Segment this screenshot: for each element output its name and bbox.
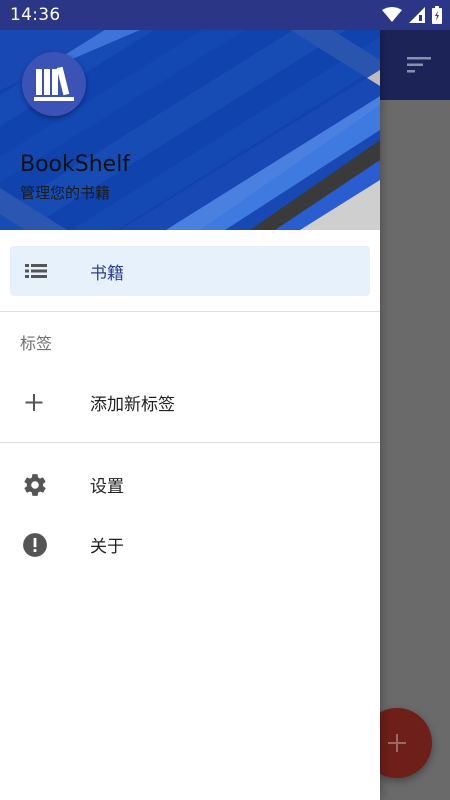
app-toolbar xyxy=(380,30,450,100)
menu-item-books-label: 书籍 xyxy=(90,263,124,284)
app-name: BookShelf xyxy=(20,152,131,177)
tags-section-title: 标签 xyxy=(20,334,53,353)
menu-item-settings[interactable]: 设置 xyxy=(0,454,380,514)
app-logo xyxy=(22,52,86,116)
status-bar: 14:36 xyxy=(0,0,450,30)
menu-item-books[interactable]: 书籍 xyxy=(10,246,370,296)
drawer-menu: 书籍 标签 添加新标签 设置 关于 xyxy=(0,246,380,574)
list-icon xyxy=(24,259,50,285)
info-icon xyxy=(22,532,48,558)
gear-icon xyxy=(22,472,48,498)
plus-icon xyxy=(22,390,48,416)
navigation-drawer: BookShelf 管理您的书籍 书籍 标签 添加新标签 设置 关于 xyxy=(0,30,380,800)
menu-item-add-tag-label: 添加新标签 xyxy=(90,394,175,415)
menu-item-settings-label: 设置 xyxy=(90,476,124,497)
app-subtitle: 管理您的书籍 xyxy=(20,184,111,202)
menu-item-add-tag[interactable]: 添加新标签 xyxy=(0,372,380,432)
plus-icon xyxy=(387,733,407,757)
battery-icon xyxy=(432,6,442,28)
sort-icon[interactable] xyxy=(407,57,431,77)
drawer-header: BookShelf 管理您的书籍 xyxy=(0,30,380,230)
menu-item-about[interactable]: 关于 xyxy=(0,514,380,574)
app-content-scrim[interactable] xyxy=(380,100,450,800)
wifi-icon xyxy=(382,7,402,27)
system-icons xyxy=(382,6,442,28)
status-time: 14:36 xyxy=(10,5,61,25)
signal-icon xyxy=(409,7,425,27)
books-icon xyxy=(34,66,74,101)
menu-item-about-label: 关于 xyxy=(90,536,124,557)
